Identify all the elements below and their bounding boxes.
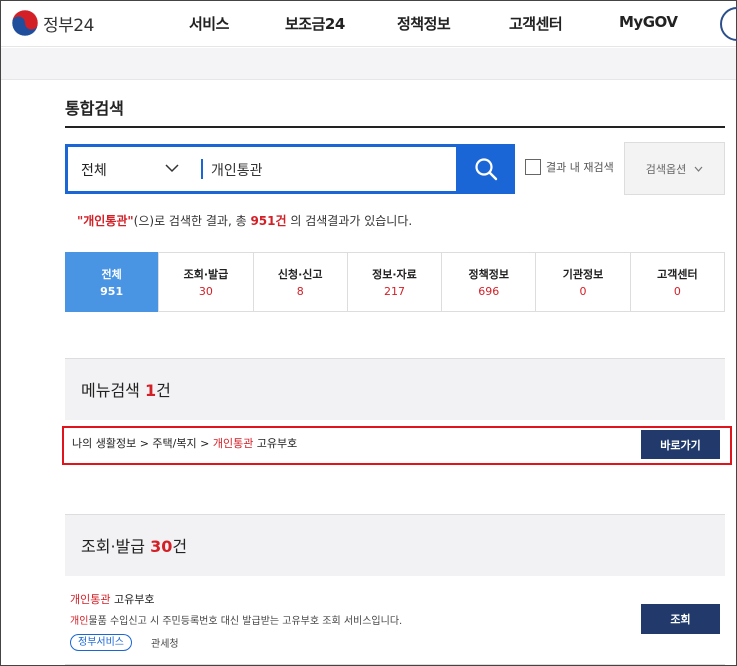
search-box: 전체	[65, 144, 515, 194]
result-title-text: 고유부호	[110, 593, 155, 606]
global-header: 정부24 서비스 보조금24 정책정보 고객센터 MyGOV	[1, 1, 737, 47]
nav-mygov[interactable]: MyGOV	[619, 13, 678, 31]
tab-label: 고객센터	[657, 268, 698, 281]
result-title-highlight: 개인통관	[70, 593, 111, 606]
logo-text: 정부24	[43, 15, 94, 36]
research-option[interactable]: 결과 내 재검색	[525, 159, 614, 175]
tab-application-report[interactable]: 신청·신고 8	[254, 253, 348, 311]
tab-all[interactable]: 전체 951	[65, 252, 160, 312]
tab-count: 0	[673, 285, 681, 298]
inquiry-button[interactable]: 조회	[641, 604, 720, 634]
search-result-summary: "개인통관"(으)로 검색한 결과, 총 951건 의 검색결과가 있습니다.	[77, 212, 412, 229]
search-scope-select[interactable]: 전체	[81, 160, 107, 180]
breadcrumb-path: 나의 생활정보 > 주택/복지 >	[72, 437, 213, 450]
search-options-button[interactable]: 검색옵션	[624, 142, 725, 195]
tab-agency-info[interactable]: 기관정보 0	[536, 253, 631, 311]
research-label: 결과 내 재검색	[546, 161, 614, 174]
tab-label: 정책정보	[468, 268, 509, 281]
gov24-logo[interactable]: 정부24	[11, 9, 94, 37]
page-title: 통합검색	[65, 99, 124, 118]
agency-name: 관세청	[151, 639, 179, 650]
row-divider	[65, 664, 725, 665]
tab-count: 8	[296, 285, 304, 298]
result-msg-mid: (으)로 검색한 결과, 총	[133, 214, 251, 228]
tab-customer-center[interactable]: 고객센터 0	[631, 253, 724, 311]
result-description: 개인물품 수입신고 시 주민등록번호 대신 발급받는 고유부호 조회 서비스입니…	[70, 612, 402, 627]
tab-policy-info[interactable]: 정책정보 696	[442, 253, 537, 311]
section-title-text: 조회·발급	[81, 537, 145, 556]
nav-customer-center[interactable]: 고객센터	[509, 13, 563, 34]
section-unit: 건	[156, 381, 171, 400]
user-menu-button[interactable]	[720, 7, 737, 41]
nav-subsidy24[interactable]: 보조금24	[285, 13, 345, 34]
section-count: 1	[144, 381, 157, 400]
breadcrumb-highlight: 개인통관	[212, 437, 254, 450]
section-title-text: 메뉴검색	[81, 381, 140, 400]
result-query: "개인통관"	[77, 214, 134, 228]
menu-search-section-header: 메뉴검색 1건	[65, 358, 725, 420]
search-input[interactable]	[211, 157, 451, 183]
nav-policy-info[interactable]: 정책정보	[397, 13, 451, 34]
tab-label: 전체	[101, 268, 122, 281]
section-title: 메뉴검색 1건	[81, 377, 171, 401]
section-title: 조회·발급 30건	[81, 533, 187, 557]
taegeuk-logo-icon	[11, 9, 39, 37]
tab-count: 217	[383, 285, 405, 298]
issue-section-header: 조회·발급 30건	[65, 514, 725, 576]
desc-highlight: 개인	[70, 616, 89, 627]
result-msg-tail: 의 검색결과가 있습니다.	[286, 214, 413, 228]
breadcrumb-tail: 고유부호	[253, 437, 298, 450]
desc-text: 물품 수입신고 시 주민등록번호 대신 발급받는 고유부호 조회 서비스입니다.	[88, 616, 403, 627]
section-unit: 건	[172, 537, 188, 556]
search-button[interactable]	[456, 144, 515, 194]
tab-count: 30	[198, 285, 213, 298]
chevron-down-icon[interactable]	[165, 163, 179, 173]
nav-services[interactable]: 서비스	[189, 13, 229, 34]
research-checkbox[interactable]	[525, 159, 541, 175]
chevron-down-icon	[694, 166, 703, 172]
tab-label: 정보·자료	[372, 268, 417, 281]
breadcrumb[interactable]: 나의 생활정보 > 주택/복지 > 개인통관 고유부호	[72, 435, 297, 451]
title-underline	[65, 126, 725, 128]
tab-label: 기관정보	[562, 268, 604, 281]
result-total: 951건	[250, 214, 287, 228]
result-category-tabs: 전체 951 조회·발급 30 신청·신고 8 정보·자료 217 정책정보 6…	[65, 252, 725, 312]
search-divider	[201, 159, 203, 179]
section-count: 30	[150, 537, 173, 556]
search-icon	[474, 158, 497, 181]
go-shortcut-button[interactable]: 바로가기	[641, 430, 720, 459]
tab-label: 신청·신고	[277, 268, 323, 281]
tab-label: 조회·발급	[183, 268, 229, 281]
menu-result-row: 나의 생활정보 > 주택/복지 > 개인통관 고유부호 바로가기	[62, 426, 732, 465]
result-title-link[interactable]: 개인통관 고유부호	[70, 591, 154, 607]
tab-count: 951	[100, 285, 124, 298]
gov-service-tag: 정부서비스	[70, 634, 132, 651]
search-options-label: 검색옵션	[645, 162, 687, 176]
tab-count: 696	[478, 285, 500, 298]
tab-info-materials[interactable]: 정보·자료 217	[348, 253, 443, 311]
sub-header-bar	[1, 48, 736, 80]
tab-inquiry-issue[interactable]: 조회·발급 30	[159, 253, 254, 311]
tab-count: 0	[579, 285, 587, 298]
